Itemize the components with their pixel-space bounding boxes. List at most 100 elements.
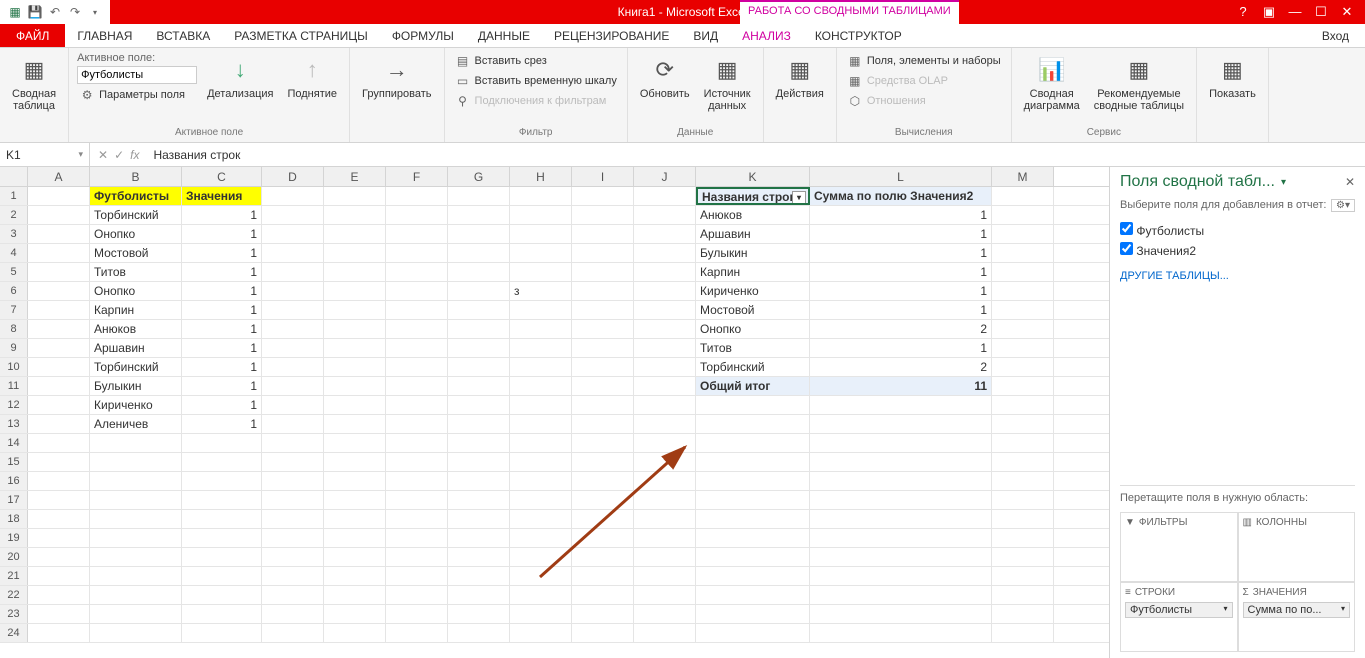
undo-icon[interactable]: ↶ [46, 3, 64, 21]
cell[interactable] [90, 605, 182, 623]
cell[interactable] [262, 624, 324, 642]
actions-button[interactable]: ▦Действия [772, 52, 828, 102]
cell[interactable] [448, 206, 510, 224]
cell[interactable] [182, 586, 262, 604]
cell[interactable] [448, 244, 510, 262]
cell[interactable] [992, 624, 1054, 642]
pivotchart-button[interactable]: 📊Сводная диаграмма [1020, 52, 1084, 114]
cell[interactable] [696, 491, 810, 509]
minimize-icon[interactable]: — [1283, 4, 1307, 20]
cell[interactable] [572, 434, 634, 452]
rows-item[interactable]: Футболисты [1125, 602, 1233, 618]
cell[interactable] [28, 244, 90, 262]
row-header[interactable]: 24 [0, 624, 28, 642]
cell[interactable] [634, 548, 696, 566]
cell[interactable] [634, 339, 696, 357]
cell[interactable] [572, 605, 634, 623]
cell[interactable] [90, 567, 182, 585]
cell[interactable] [448, 320, 510, 338]
insert-slicer-button[interactable]: ▤Вставить срез [453, 52, 619, 70]
cell[interactable] [634, 282, 696, 300]
row-header[interactable]: 13 [0, 415, 28, 433]
cell[interactable] [262, 225, 324, 243]
cell[interactable] [28, 548, 90, 566]
cell[interactable] [696, 472, 810, 490]
tab-insert[interactable]: ВСТАВКА [144, 24, 222, 47]
cell[interactable]: 1 [810, 225, 992, 243]
cell[interactable]: Анюков [90, 320, 182, 338]
cell[interactable] [510, 244, 572, 262]
cell[interactable] [992, 415, 1054, 433]
cell[interactable] [324, 206, 386, 224]
cell[interactable] [572, 453, 634, 471]
cell[interactable] [386, 434, 448, 452]
row-header[interactable]: 5 [0, 263, 28, 281]
cell[interactable] [572, 472, 634, 490]
cell[interactable] [386, 453, 448, 471]
cell[interactable] [810, 510, 992, 528]
cell[interactable] [324, 548, 386, 566]
cell[interactable] [634, 263, 696, 281]
row-header[interactable]: 16 [0, 472, 28, 490]
col-header-A[interactable]: A [28, 167, 90, 186]
cell[interactable] [510, 263, 572, 281]
cell[interactable] [572, 320, 634, 338]
cell[interactable] [634, 529, 696, 547]
cell[interactable] [28, 358, 90, 376]
cell[interactable] [572, 586, 634, 604]
cell[interactable] [992, 510, 1054, 528]
cell[interactable] [634, 358, 696, 376]
cell[interactable] [262, 206, 324, 224]
name-box[interactable]: K1 [0, 143, 90, 166]
cell[interactable] [992, 548, 1054, 566]
cell[interactable]: Онопко [90, 225, 182, 243]
cell[interactable] [262, 453, 324, 471]
cell[interactable]: 1 [182, 396, 262, 414]
select-all-corner[interactable] [0, 167, 28, 186]
cell[interactable] [90, 434, 182, 452]
cell[interactable] [572, 529, 634, 547]
cell[interactable] [696, 624, 810, 642]
pivot-rowlabels-header[interactable]: Названия строк▾ [696, 187, 810, 205]
field-checkbox-1[interactable]: Футболисты [1120, 220, 1355, 240]
cell[interactable] [28, 434, 90, 452]
cell[interactable] [386, 187, 448, 205]
cell[interactable] [992, 605, 1054, 623]
cell[interactable] [386, 225, 448, 243]
cell[interactable] [992, 396, 1054, 414]
save-icon[interactable]: 💾 [26, 3, 44, 21]
tab-design[interactable]: КОНСТРУКТОР [803, 24, 914, 47]
cell[interactable] [696, 548, 810, 566]
cell[interactable] [696, 510, 810, 528]
cell[interactable]: Карпин [90, 301, 182, 319]
cell[interactable] [510, 529, 572, 547]
cell[interactable] [696, 567, 810, 585]
row-header[interactable]: 1 [0, 187, 28, 205]
cell[interactable] [634, 434, 696, 452]
cell[interactable] [634, 415, 696, 433]
cell[interactable] [28, 415, 90, 433]
relations-button[interactable]: ⬡Отношения [845, 92, 1003, 110]
cell[interactable] [992, 491, 1054, 509]
cell[interactable] [262, 301, 324, 319]
cell[interactable] [386, 396, 448, 414]
cell[interactable] [510, 624, 572, 642]
cell[interactable] [386, 282, 448, 300]
row-header[interactable]: 10 [0, 358, 28, 376]
col-header-K[interactable]: K [696, 167, 810, 186]
filters-dropzone[interactable]: ▼ФИЛЬТРЫ [1120, 512, 1238, 582]
cell[interactable] [324, 624, 386, 642]
cell[interactable] [448, 491, 510, 509]
cell[interactable] [510, 358, 572, 376]
cell[interactable] [572, 263, 634, 281]
cell[interactable] [324, 415, 386, 433]
cell[interactable]: 2 [810, 358, 992, 376]
cell[interactable] [28, 472, 90, 490]
cell[interactable] [572, 225, 634, 243]
cell[interactable] [324, 453, 386, 471]
row-header[interactable]: 4 [0, 244, 28, 262]
cell[interactable] [28, 491, 90, 509]
tab-analyze[interactable]: АНАЛИЗ [730, 24, 803, 47]
row-header[interactable]: 19 [0, 529, 28, 547]
col-header-H[interactable]: H [510, 167, 572, 186]
